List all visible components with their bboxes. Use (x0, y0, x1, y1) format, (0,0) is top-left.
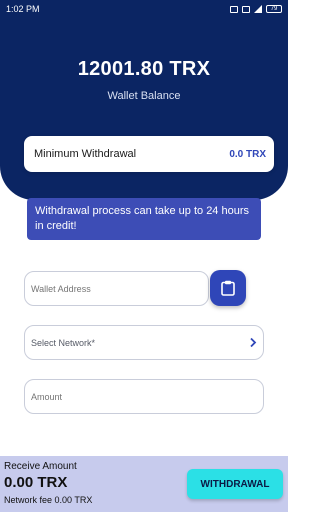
select-network-placeholder: Select Network* (31, 337, 96, 348)
gallery-icon (230, 5, 238, 13)
receive-amount-value: 0.00 TRX (4, 474, 68, 491)
wallet-address-input[interactable] (31, 283, 202, 294)
network-fee-text: Network fee 0.00 TRX (4, 495, 93, 505)
amount-input[interactable] (31, 391, 257, 402)
withdrawal-info-box: Withdrawal process can take up to 24 hou… (27, 198, 261, 240)
chevron-right-icon (249, 336, 257, 350)
battery-icon: 79 (266, 5, 282, 13)
paste-address-button[interactable] (210, 270, 246, 306)
status-time: 1:02 PM (6, 4, 40, 14)
clipboard-icon (221, 280, 235, 296)
withdrawal-button[interactable]: WITHDRAWAL (187, 469, 283, 499)
signal-icon (254, 5, 262, 13)
wallet-balance-label: Wallet Balance (107, 90, 181, 102)
receive-amount-label: Receive Amount (4, 461, 77, 472)
wallet-address-field[interactable] (24, 271, 209, 306)
minimum-withdrawal-label: Minimum Withdrawal (34, 148, 137, 160)
minimum-withdrawal-card: Minimum Withdrawal 0.0 TRX (24, 136, 274, 172)
select-network-dropdown[interactable]: Select Network* (24, 325, 264, 360)
wallet-balance-amount: 12001.80 TRX (77, 58, 211, 80)
amount-field[interactable] (24, 379, 264, 414)
notification-icon (242, 5, 250, 13)
status-bar: 1:02 PM 79 (0, 0, 288, 18)
minimum-withdrawal-value: 0.0 TRX (229, 148, 266, 160)
